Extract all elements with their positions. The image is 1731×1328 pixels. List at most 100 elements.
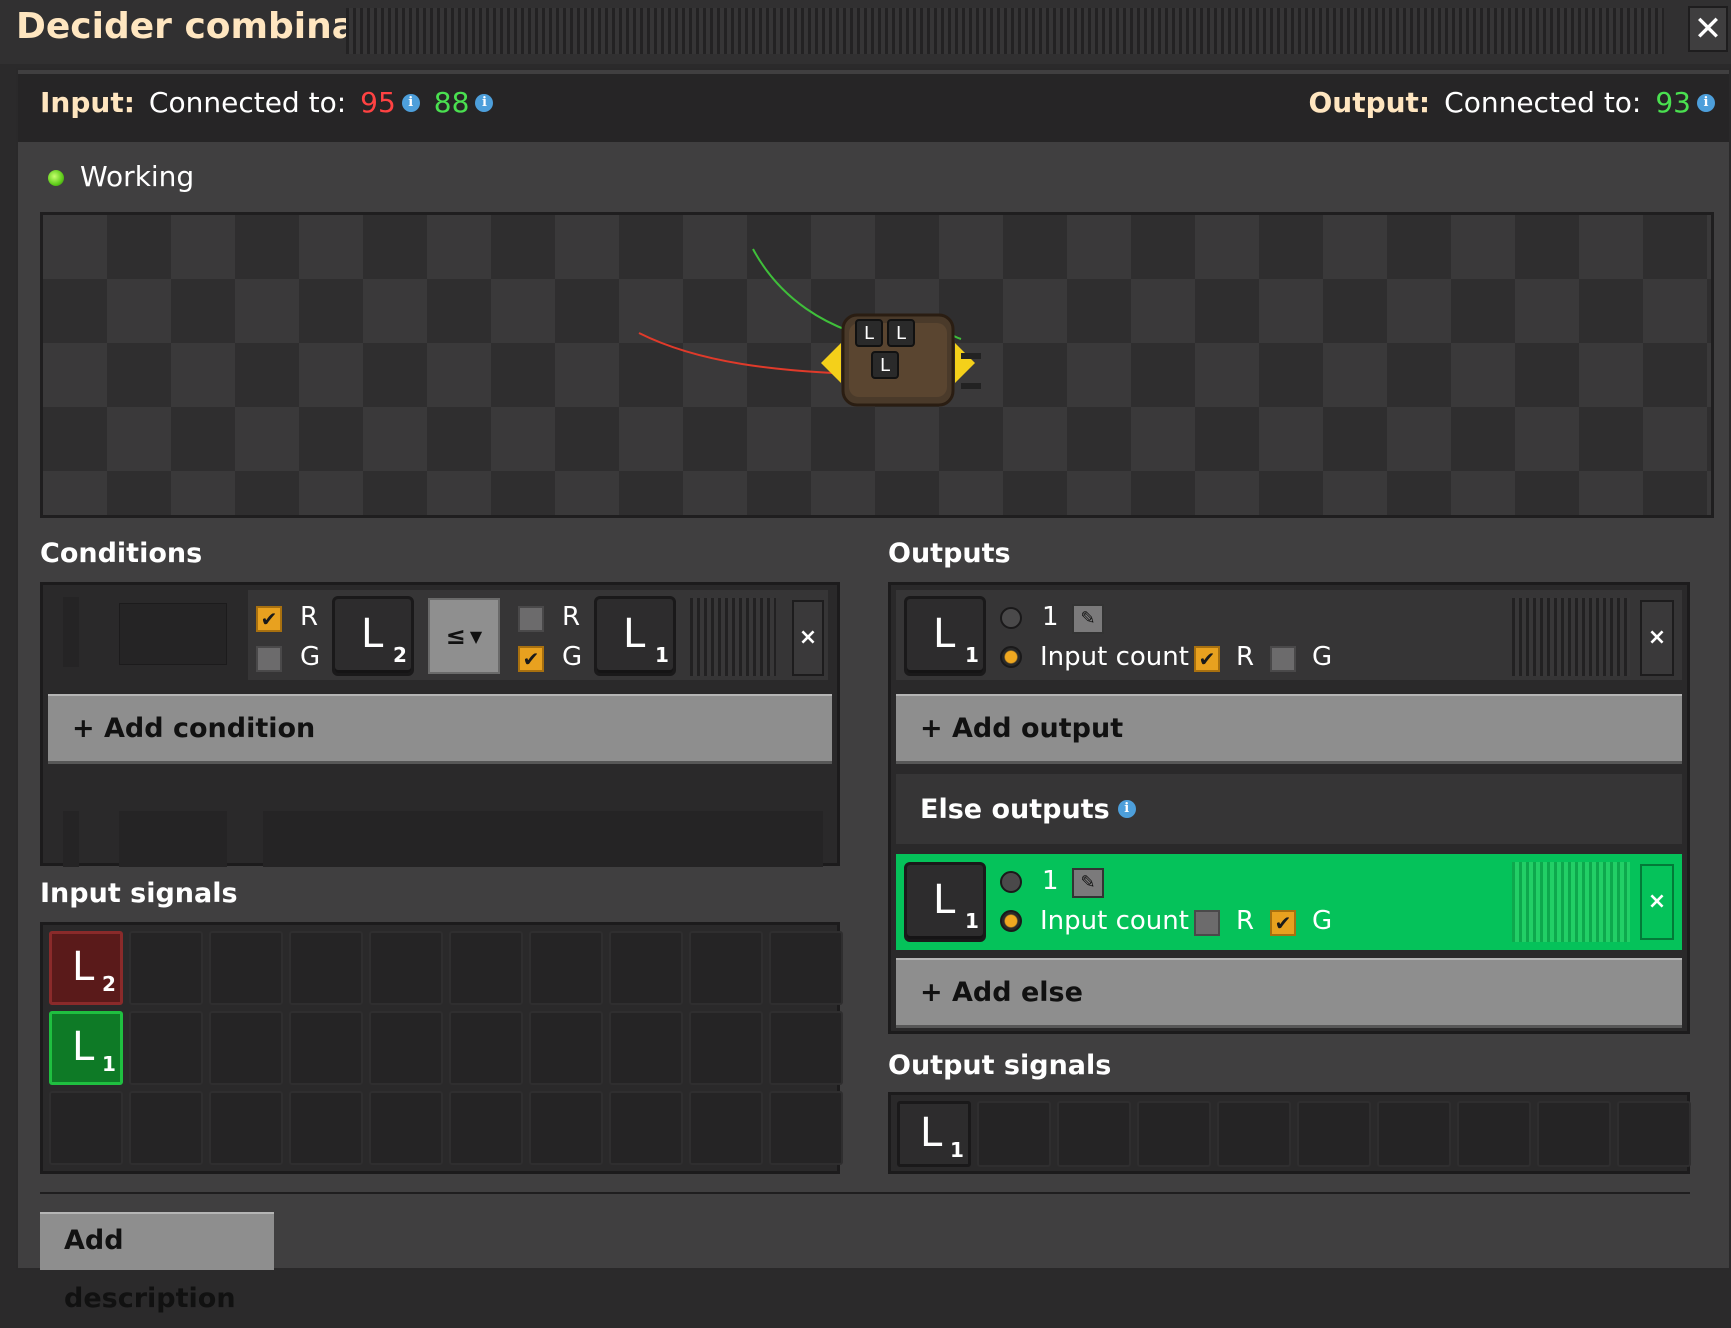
output-signals-panel: L 1 <box>888 1092 1691 1174</box>
empty-slot <box>129 1011 203 1085</box>
add-output-button[interactable]: + Add output <box>896 694 1682 764</box>
edit-pencil-icon[interactable]: ✎ <box>1072 604 1104 634</box>
condition-left-red-checkbox[interactable] <box>256 606 282 632</box>
input-connected-label: Connected to: <box>148 86 347 119</box>
condition-right-green-label: G <box>562 642 583 672</box>
info-icon[interactable]: i <box>1697 93 1715 112</box>
input-connection: Input: Connected to: 95 i 88 i <box>40 86 494 119</box>
condition-remove-button[interactable]: × <box>792 600 824 676</box>
else-output-drag-handle[interactable] <box>1512 862 1630 942</box>
empty-slot <box>609 931 683 1005</box>
output-constant-value: 1 <box>1042 602 1059 632</box>
empty-slot <box>769 1091 843 1165</box>
input-label: Input: <box>40 86 135 119</box>
else-output-green-checkbox[interactable] <box>1270 910 1296 936</box>
footer-divider <box>40 1192 1690 1194</box>
signal-l-icon: L <box>72 1024 95 1070</box>
empty-slot <box>689 931 763 1005</box>
output-remove-button[interactable]: × <box>1640 600 1674 676</box>
info-icon[interactable]: i <box>475 93 494 112</box>
else-output-input-count-radio[interactable] <box>1000 910 1022 932</box>
empty-slot <box>129 931 203 1005</box>
output-signal-button[interactable]: L 1 <box>904 596 986 676</box>
empty-slot <box>769 931 843 1005</box>
condition-right-green-checkbox[interactable] <box>518 646 544 672</box>
edit-pencil-icon[interactable]: ✎ <box>1072 868 1104 898</box>
input-signals-panel: L 2 L 1 <box>40 922 843 1174</box>
empty-slot <box>977 1101 1051 1167</box>
else-output-remove-button[interactable]: × <box>1640 864 1674 940</box>
else-output-red-checkbox[interactable] <box>1194 910 1220 936</box>
output-connection: Output: Connected to: 93 i <box>1308 86 1715 119</box>
empty-slot <box>769 1011 843 1085</box>
condition-first-signal-button[interactable]: L 2 <box>332 596 414 676</box>
preview-signal-badge: L <box>855 319 883 347</box>
empty-slot <box>1377 1101 1451 1167</box>
output-red-checkbox[interactable] <box>1194 646 1220 672</box>
info-icon[interactable]: i <box>1117 800 1136 818</box>
output-signal-slot[interactable]: L 1 <box>897 1101 971 1167</box>
conditions-title: Conditions <box>40 538 203 569</box>
else-output-input-count-label: Input count <box>1040 906 1189 936</box>
status-indicator-icon <box>48 170 64 186</box>
empty-slot <box>1617 1101 1691 1167</box>
output-drag-handle[interactable] <box>1512 598 1630 676</box>
close-button[interactable]: ✕ <box>1688 6 1728 52</box>
empty-slot <box>529 931 603 1005</box>
row-handle <box>63 597 79 667</box>
row-handle <box>63 811 79 867</box>
empty-slot <box>529 1091 603 1165</box>
empty-slot <box>49 1091 123 1165</box>
else-outputs-title: Else outputs <box>920 793 1110 825</box>
add-description-button[interactable]: Add description <box>40 1212 274 1314</box>
outputs-title: Outputs <box>888 538 1011 569</box>
condition-drag-handle[interactable] <box>690 598 776 676</box>
entity-preview[interactable]: L L L <box>40 212 1714 518</box>
empty-slot <box>1457 1101 1531 1167</box>
empty-slot <box>609 1091 683 1165</box>
empty-slot <box>1297 1101 1371 1167</box>
input-signal-red[interactable]: L 2 <box>49 931 123 1005</box>
drag-handle[interactable] <box>346 8 1664 54</box>
output-input-count-radio[interactable] <box>1000 646 1022 668</box>
else-output-constant-radio[interactable] <box>1000 871 1022 893</box>
empty-slot <box>449 1091 523 1165</box>
empty-slot <box>1057 1101 1131 1167</box>
comparator-value: ≤ <box>445 622 466 650</box>
empty-slot <box>1217 1101 1291 1167</box>
signal-subscript: 1 <box>655 643 669 667</box>
output-constant-radio[interactable] <box>1000 607 1022 629</box>
signal-l-icon: L <box>72 944 95 990</box>
else-outputs-header: Else outputs i <box>896 774 1682 844</box>
empty-slot <box>289 1011 363 1085</box>
condition-left-red-label: R <box>300 602 319 632</box>
empty-slot <box>689 1091 763 1165</box>
input-signal-green[interactable]: L 1 <box>49 1011 123 1085</box>
add-condition-button[interactable]: + Add condition <box>48 694 832 764</box>
comparator-dropdown[interactable]: ≤ ▼ <box>428 598 500 674</box>
signal-subscript: 1 <box>965 909 979 933</box>
empty-slot <box>369 1091 443 1165</box>
output-green-checkbox[interactable] <box>1270 646 1296 672</box>
condition-second-signal-button[interactable]: L 1 <box>594 596 676 676</box>
output-red-label: R <box>1236 642 1255 672</box>
condition-right-red-checkbox[interactable] <box>518 606 544 632</box>
status-text: Working <box>80 160 195 193</box>
signal-subscript: 2 <box>102 972 116 996</box>
chevron-down-icon: ▼ <box>469 626 483 646</box>
add-else-button[interactable]: + Add else <box>896 958 1682 1028</box>
signal-subscript: 1 <box>102 1052 116 1076</box>
input-red-network-id: 95 <box>360 86 396 119</box>
signal-l-icon: L <box>623 611 646 657</box>
output-input-count-label: Input count <box>1040 642 1189 672</box>
signal-l-icon: L <box>933 877 956 923</box>
info-icon[interactable]: i <box>401 93 420 112</box>
preview-signal-badge: L <box>871 351 899 379</box>
empty-slot <box>1137 1101 1211 1167</box>
condition-left-green-checkbox[interactable] <box>256 646 282 672</box>
output-green-label: G <box>1312 642 1333 672</box>
row-spacer <box>119 811 227 867</box>
else-output-signal-button[interactable]: L 1 <box>904 862 986 942</box>
output-green-network-id: 93 <box>1655 86 1691 119</box>
preview-signal-badge: L <box>887 319 915 347</box>
